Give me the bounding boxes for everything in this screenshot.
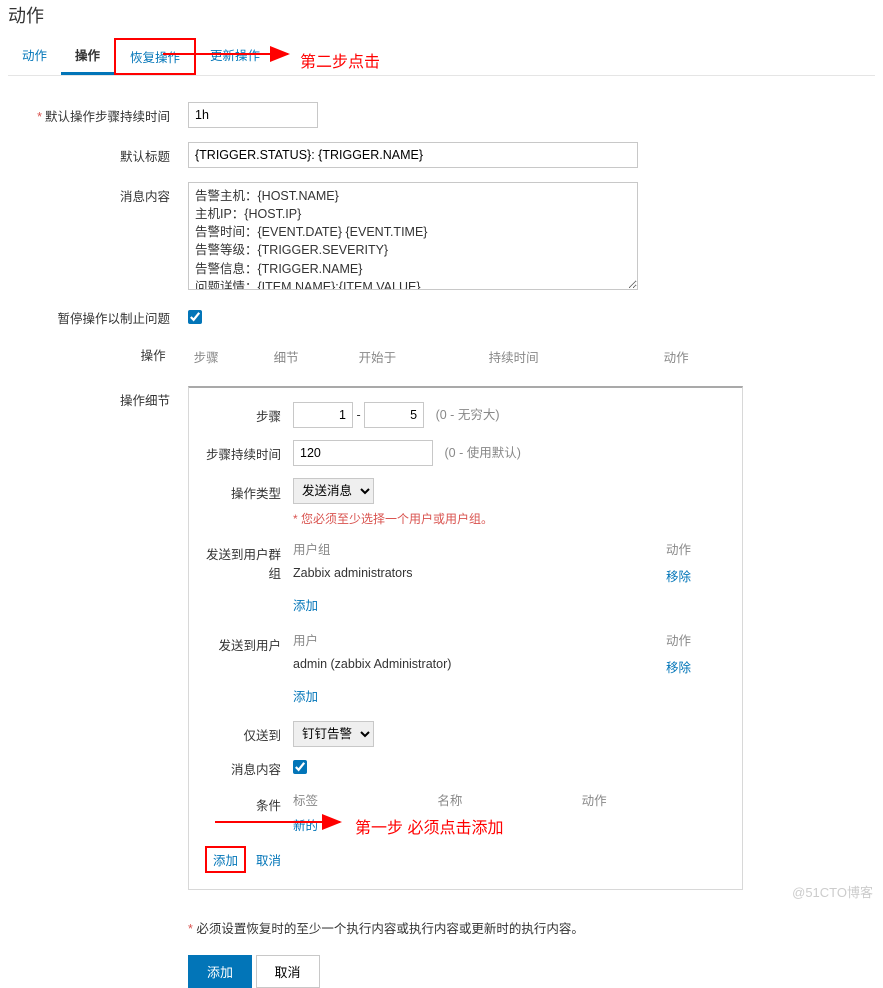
- group-value: Zabbix administrators: [293, 566, 666, 585]
- cond-col-action: 动作: [582, 790, 726, 809]
- final-note: 必须设置恢复时的至少一个执行内容或执行内容或更新时的执行内容。: [188, 918, 584, 937]
- col-duration: 持续时间: [489, 347, 664, 366]
- col-step: 步骤: [194, 347, 274, 366]
- col-action: 动作: [664, 347, 875, 366]
- tabs-bar: 动作 操作 恢复操作 更新操作: [8, 38, 875, 76]
- label-op-type: 操作类型: [205, 478, 293, 502]
- label-send-group: 发送到用户群组: [205, 539, 293, 582]
- label-default-duration: *默认操作步骤持续时间: [8, 102, 188, 125]
- remove-group-link[interactable]: 移除: [666, 566, 726, 585]
- remove-user-link[interactable]: 移除: [666, 657, 726, 676]
- label-operations: 操作: [8, 341, 184, 364]
- only-to-select[interactable]: 钉钉告警: [293, 721, 374, 747]
- cond-col-tag: 标签: [293, 790, 437, 809]
- page-title: 动作: [8, 0, 875, 38]
- step-from-input[interactable]: [293, 402, 353, 428]
- detail-msg-checkbox[interactable]: [293, 760, 307, 774]
- operations-table: 步骤 细节 开始于 持续时间 动作: [194, 341, 875, 372]
- col-action-u: 动作: [666, 630, 726, 649]
- cond-col-name: 名称: [437, 790, 581, 809]
- step-dur-hint: (0 - 使用默认): [444, 446, 520, 460]
- label-msg-content: 消息内容: [8, 182, 188, 205]
- tab-update[interactable]: 更新操作: [196, 38, 274, 75]
- label-send-user: 发送到用户: [205, 630, 293, 654]
- tab-recovery[interactable]: 恢复操作: [114, 38, 196, 75]
- step-hint: (0 - 无穷大): [436, 408, 500, 422]
- op-type-select[interactable]: 发送消息: [293, 478, 374, 504]
- detail-cancel-link[interactable]: 取消: [256, 850, 281, 869]
- col-user: 用户: [293, 630, 666, 649]
- cancel-button[interactable]: 取消: [256, 955, 320, 988]
- pause-checkbox[interactable]: [188, 310, 202, 324]
- op-type-note: 您必须至少选择一个用户或用户组。: [293, 510, 726, 527]
- label-steps: 步骤: [205, 406, 293, 425]
- default-duration-input[interactable]: [188, 102, 318, 128]
- msg-content-textarea[interactable]: 告警主机：{HOST.NAME} 主机IP：{HOST.IP} 告警时间：{EV…: [188, 182, 638, 290]
- tab-operations[interactable]: 操作: [61, 38, 114, 75]
- step-duration-input[interactable]: [293, 440, 433, 466]
- label-only-to: 仅送到: [205, 725, 293, 744]
- col-action-g: 动作: [666, 539, 726, 558]
- add-button[interactable]: 添加: [188, 955, 252, 988]
- label-detail-msg: 消息内容: [205, 759, 293, 778]
- add-group-link[interactable]: 添加: [293, 599, 318, 613]
- add-user-link[interactable]: 添加: [293, 690, 318, 704]
- new-condition-link[interactable]: 新的: [293, 819, 318, 833]
- operation-detail-box: 步骤 - (0 - 无穷大) 步骤持续时间 (0 - 使用默认) 操作类型 发送…: [188, 386, 743, 890]
- step-to-input[interactable]: [364, 402, 424, 428]
- user-value: admin (zabbix Administrator): [293, 657, 666, 676]
- label-op-detail: 操作细节: [8, 386, 188, 409]
- tab-action[interactable]: 动作: [8, 38, 61, 75]
- label-step-duration: 步骤持续时间: [205, 444, 293, 463]
- detail-add-link[interactable]: 添加: [213, 854, 238, 868]
- col-detail: 细节: [274, 347, 359, 366]
- label-conditions: 条件: [205, 790, 293, 814]
- label-pause: 暂停操作以制止问题: [8, 304, 188, 327]
- col-usergroup: 用户组: [293, 539, 666, 558]
- col-start: 开始于: [359, 347, 489, 366]
- default-subject-input[interactable]: [188, 142, 638, 168]
- label-default-subject: 默认标题: [8, 142, 188, 165]
- watermark: @51CTO博客: [792, 882, 873, 901]
